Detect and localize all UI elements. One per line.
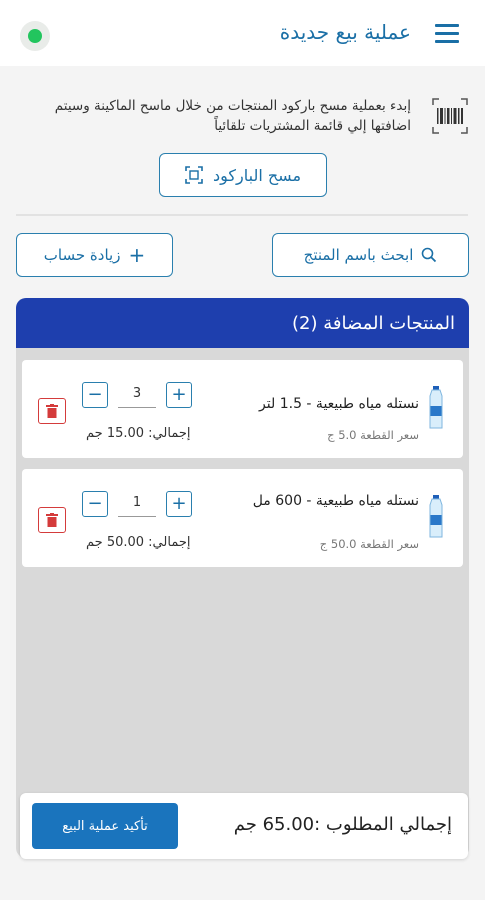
search-icon — [422, 247, 437, 263]
line-total: إجمالي: 50.00 جم — [86, 535, 191, 550]
unit-price: سعر القطعة 5.0 ج — [327, 428, 419, 442]
cart-header: المنتجات المضافة (2) — [16, 298, 469, 348]
plus-icon: + — [128, 243, 146, 267]
delete-item-button[interactable] — [38, 398, 66, 424]
add-account-button[interactable]: + زيادة حساب — [16, 233, 173, 277]
decrease-quantity-button[interactable]: − — [82, 491, 108, 517]
cart-panel: المنتجات المضافة (2) نستله مياه طبيعية -… — [16, 298, 469, 858]
increase-quantity-button[interactable]: + — [166, 491, 192, 517]
increase-quantity-button[interactable]: + — [166, 382, 192, 408]
add-account-label: زيادة حساب — [43, 246, 121, 264]
confirm-sale-button[interactable]: تأكيد عملية البيع — [32, 803, 178, 849]
section-divider — [16, 214, 468, 216]
menu-button[interactable] — [433, 22, 461, 46]
cart-title: المنتجات المضافة (2) — [292, 312, 455, 334]
status-indicator-icon — [20, 21, 50, 51]
product-name: نستله مياه طبيعية - 600 مل — [252, 493, 419, 509]
water-bottle-icon — [429, 386, 443, 429]
hamburger-menu-icon — [435, 24, 459, 27]
app-header: عملية بيع جديدة — [0, 0, 485, 66]
trash-icon — [46, 513, 58, 527]
line-total: إجمالي: 15.00 جم — [86, 426, 191, 441]
search-product-button[interactable]: ابحث باسم المنتج — [272, 233, 469, 277]
grand-total: إجمالي المطلوب :65.00 جم — [233, 814, 452, 835]
quantity-value[interactable]: 3 — [118, 382, 156, 408]
cart-item: نستله مياه طبيعية - 600 مل سعر القطعة 50… — [22, 469, 463, 567]
delete-item-button[interactable] — [38, 507, 66, 533]
barcode-icon — [432, 98, 468, 134]
search-product-label: ابحث باسم المنتج — [303, 246, 414, 264]
unit-price: سعر القطعة 50.0 ج — [319, 537, 419, 551]
scan-barcode-label: مسح الباركود — [213, 165, 302, 185]
scan-barcode-button[interactable]: مسح الباركود — [159, 153, 327, 197]
checkout-bar: تأكيد عملية البيع إجمالي المطلوب :65.00 … — [20, 793, 468, 859]
scan-instructions: إبدء بعملية مسح باركود المنتجات من خلال … — [54, 98, 411, 134]
cart-item: نستله مياه طبيعية - 1.5 لتر سعر القطعة 5… — [22, 360, 463, 458]
product-name: نستله مياه طبيعية - 1.5 لتر — [259, 396, 419, 412]
trash-icon — [46, 404, 58, 418]
scan-frame-icon — [185, 166, 203, 184]
page-title: عملية بيع جديدة — [279, 20, 411, 44]
decrease-quantity-button[interactable]: − — [82, 382, 108, 408]
main-content: إبدء بعملية مسح باركود المنتجات من خلال … — [0, 66, 485, 900]
quantity-value[interactable]: 1 — [118, 491, 156, 517]
confirm-sale-label: تأكيد عملية البيع — [62, 818, 148, 834]
water-bottle-icon — [429, 495, 443, 538]
